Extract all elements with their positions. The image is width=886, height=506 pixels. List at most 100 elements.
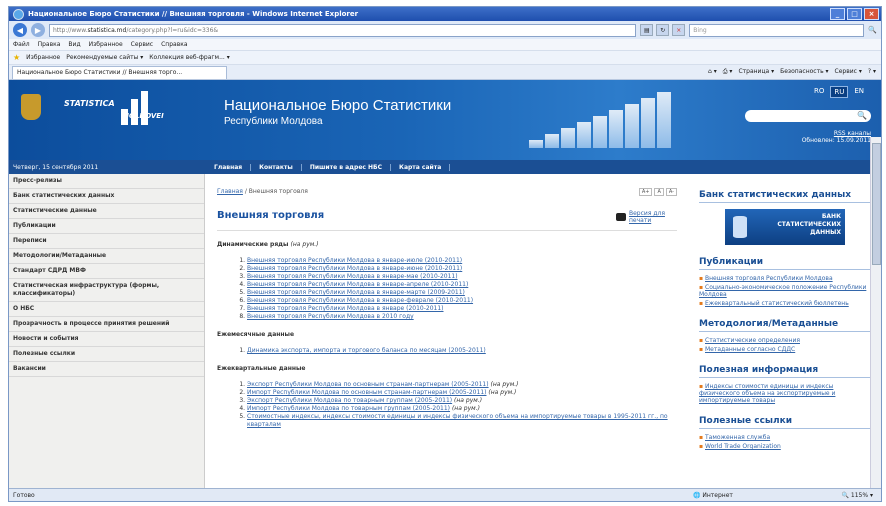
- compat-icon[interactable]: ▤: [640, 24, 654, 36]
- rss-block: RSS каналы Обновлен: 15.09.2011: [802, 130, 871, 144]
- report-link[interactable]: Внешняя торговля Республики Молдова в ян…: [247, 257, 462, 264]
- favorites-webslices[interactable]: Коллекция веб-фрагм... ▾: [149, 54, 229, 61]
- site-search-input[interactable]: 🔍: [745, 110, 871, 122]
- ie-icon: [13, 8, 24, 20]
- printer-icon[interactable]: [616, 213, 626, 221]
- report-link[interactable]: Стоимостные индексы, индексы стоимости е…: [247, 413, 668, 428]
- methodology-link[interactable]: Метаданные согласно СДДС: [705, 346, 795, 353]
- publication-link[interactable]: Социально-экономическое положение Респуб…: [699, 284, 866, 298]
- scrollbar-thumb[interactable]: [872, 143, 881, 265]
- maximize-button[interactable]: □: [847, 8, 862, 20]
- updated-date: Обновлен: 15.09.2011: [801, 137, 871, 144]
- menu-file[interactable]: Файл: [13, 41, 30, 48]
- favorites-button[interactable]: Избранное: [26, 54, 60, 61]
- lang-ru[interactable]: RU: [830, 86, 849, 98]
- leftnav-item[interactable]: Полезные ссылки: [9, 347, 204, 362]
- home-icon[interactable]: ⌂ ▾: [708, 68, 717, 76]
- menu-edit[interactable]: Правка: [38, 41, 61, 48]
- vertical-scrollbar[interactable]: [870, 137, 881, 489]
- status-text: Готово: [13, 491, 35, 499]
- report-link[interactable]: Внешняя торговля Республики Молдова в ян…: [247, 265, 462, 272]
- url-field[interactable]: http://www. statistica.md/category.php?l=…: [49, 23, 637, 37]
- font-normal-button[interactable]: A: [654, 188, 664, 196]
- tab-current[interactable]: Национальное Бюро Статистики // Внешняя …: [12, 65, 227, 79]
- forward-button[interactable]: ▶: [31, 23, 45, 37]
- close-button[interactable]: ×: [864, 8, 879, 20]
- menu-view[interactable]: Вид: [68, 41, 80, 48]
- font-decrease-button[interactable]: A-: [665, 188, 677, 196]
- refresh-icon[interactable]: ↻: [656, 24, 670, 36]
- nav-home[interactable]: Главная: [206, 163, 252, 171]
- report-link[interactable]: Динамика экспорта, импорта и торгового б…: [247, 347, 486, 354]
- search-input[interactable]: Bing: [689, 23, 865, 37]
- lang-en[interactable]: EN: [851, 86, 867, 98]
- useful-info-link[interactable]: Индексы стоимости единицы и индексы физи…: [699, 383, 835, 404]
- divider: [217, 230, 677, 231]
- leftnav-item[interactable]: Статистические данные: [9, 204, 204, 219]
- leftnav-item[interactable]: Публикации: [9, 219, 204, 234]
- nav-contacts[interactable]: Контакты: [251, 163, 302, 171]
- leftnav-item[interactable]: Банк статистических данных: [9, 189, 204, 204]
- report-link[interactable]: Импорт Республики Молдова по товарным гр…: [247, 405, 450, 412]
- leftnav-item[interactable]: Стандарт СДРД МВФ: [9, 264, 204, 279]
- report-link[interactable]: Внешняя торговля Республики Молдова в ян…: [247, 273, 458, 280]
- stop-icon[interactable]: ×: [672, 24, 686, 36]
- methodology-heading: Методология/Метаданные: [699, 319, 871, 332]
- search-icon[interactable]: 🔍: [868, 26, 877, 34]
- useful-info-heading: Полезная информация: [699, 365, 871, 378]
- leftnav-item[interactable]: Переписи: [9, 234, 204, 249]
- leftnav-item[interactable]: Пресс-релизы: [9, 174, 204, 189]
- publication-link[interactable]: Ежеквартальный статистический бюллетень: [705, 300, 849, 307]
- help-icon[interactable]: ? ▾: [868, 68, 876, 76]
- cmd-safety[interactable]: Безопасность ▾: [780, 68, 828, 76]
- leftnav-item[interactable]: Методологии/Метаданные: [9, 249, 204, 264]
- report-link[interactable]: Внешняя торговля Республики Молдова в ян…: [247, 289, 465, 296]
- stairs-graphic: [529, 90, 719, 148]
- methodology-link[interactable]: Статистические определения: [705, 337, 800, 344]
- useful-link[interactable]: Таможенная служба: [705, 434, 770, 441]
- crumb-home[interactable]: Главная: [217, 188, 243, 196]
- database-icon: [733, 216, 747, 238]
- zoom-level: 115%: [850, 491, 869, 499]
- site-search-icon[interactable]: 🔍: [857, 111, 867, 120]
- nav-write[interactable]: Пишите в адрес НБС: [302, 163, 392, 171]
- breadcrumb: Главная / Внешняя торговля A+ A A-: [217, 188, 677, 196]
- lang-ro[interactable]: RO: [811, 86, 827, 98]
- useful-info-links: ▪ Индексы стоимости единицы и индексы фи…: [699, 383, 836, 404]
- section-label: Динамические ряды: [217, 241, 289, 248]
- cmd-tools[interactable]: Сервис ▾: [835, 68, 862, 76]
- useful-link[interactable]: World Trade Organization: [705, 443, 781, 450]
- report-link[interactable]: Внешняя торговля Республики Молдова в 20…: [247, 313, 414, 320]
- leftnav-item[interactable]: Прозрачность в процессе принятия решений: [9, 317, 204, 332]
- menu-tools[interactable]: Сервис: [131, 41, 153, 48]
- nav-sitemap[interactable]: Карта сайта: [391, 163, 451, 171]
- leftnav-item[interactable]: Новости и события: [9, 332, 204, 347]
- menu-help[interactable]: Справка: [161, 41, 187, 48]
- font-increase-button[interactable]: A+: [638, 188, 653, 196]
- section-note: (на рум.): [290, 241, 319, 248]
- list-item: Внешняя торговля Республики Молдова в ян…: [247, 297, 677, 305]
- back-button[interactable]: ◀: [13, 23, 27, 37]
- leftnav-item[interactable]: О НБС: [9, 302, 204, 317]
- leftnav-item[interactable]: Статистическая инфраструктура (формы, кл…: [9, 279, 204, 302]
- cmd-page[interactable]: Страница ▾: [738, 68, 774, 76]
- bank-banner-text: БАНК СТАТИСТИЧЕСКИХ ДАННЫХ: [777, 213, 841, 236]
- minimize-button[interactable]: _: [830, 8, 845, 20]
- report-link[interactable]: Импорт Республики Молдова по основным ст…: [247, 389, 486, 396]
- zoom-control[interactable]: 🔍 115% ▾: [813, 492, 881, 499]
- report-link[interactable]: Внешняя торговля Республики Молдова в ян…: [247, 305, 444, 312]
- report-link[interactable]: Внешняя торговля Республики Молдова в ян…: [247, 281, 468, 288]
- report-link[interactable]: Внешняя торговля Республики Молдова в ян…: [247, 297, 473, 304]
- report-link[interactable]: Экспорт Республики Молдова по товарным г…: [247, 397, 452, 404]
- bank-banner[interactable]: БАНК СТАТИСТИЧЕСКИХ ДАННЫХ: [725, 209, 845, 245]
- rss-link[interactable]: RSS каналы: [802, 130, 871, 137]
- publication-link[interactable]: Внешняя торговля Республики Молдова: [705, 275, 833, 282]
- print-icon[interactable]: ⎙ ▾: [723, 68, 733, 76]
- leftnav-item[interactable]: Вакансии: [9, 362, 204, 377]
- publications-heading: Публикации: [699, 257, 871, 270]
- status-bar: Готово 🌐 Интернет 🔍 115% ▾: [9, 488, 881, 501]
- favorites-suggested[interactable]: Рекомендуемые сайты ▾: [66, 54, 143, 61]
- menu-favorites[interactable]: Избранное: [89, 41, 123, 48]
- report-link[interactable]: Экспорт Республики Молдова по основным с…: [247, 381, 489, 388]
- print-version-link[interactable]: Версия для печати: [629, 210, 677, 224]
